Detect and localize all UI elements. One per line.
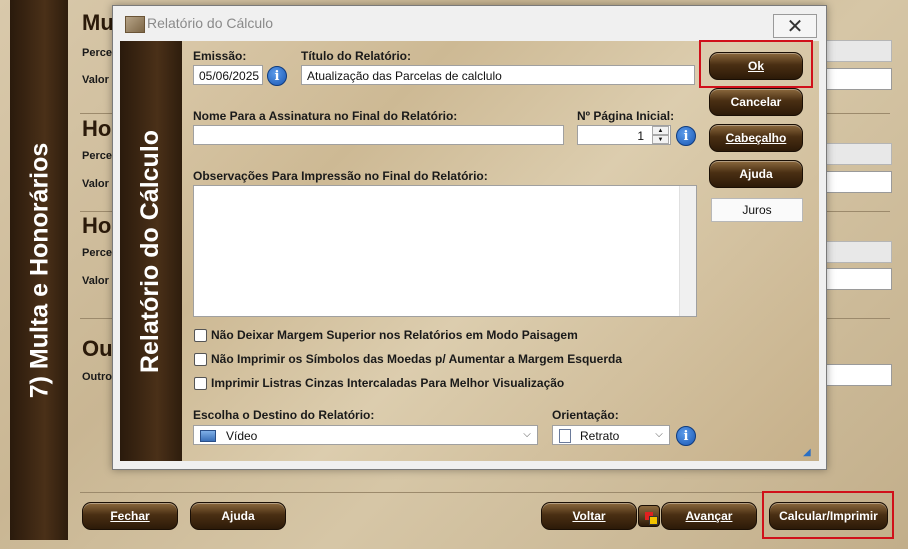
pagina-value: 1 <box>637 129 644 143</box>
ok-button-label: Ok <box>747 59 764 73</box>
fechar-button[interactable]: Fechar <box>82 502 178 530</box>
spin-down-icon[interactable]: ▼ <box>652 135 669 144</box>
section-label: Perce <box>82 150 112 162</box>
avancar-button-label: Avançar <box>685 509 733 523</box>
emissao-field[interactable]: 05/06/2025 <box>193 65 263 85</box>
monitor-icon <box>200 430 216 442</box>
section-title-honorarios: Ho <box>82 116 112 141</box>
orientacao-value: Retrato <box>580 429 620 443</box>
main-side-title: 7) Multa e Honorários <box>25 142 54 398</box>
destino-label: Escolha o Destino do Relatório: <box>193 408 375 422</box>
spin-up-icon[interactable]: ▲ <box>652 126 669 135</box>
checkbox-listras-cinzas[interactable]: Imprimir Listras Cinzas Intercaladas Par… <box>194 376 564 390</box>
section-title-outros: Ou <box>82 336 113 361</box>
cancelar-button-label: Cancelar <box>730 95 782 109</box>
cabecalho-button[interactable]: Cabeçalho <box>709 124 803 152</box>
nome-field[interactable] <box>193 125 564 145</box>
ajuda-dialog-button[interactable]: Ajuda <box>709 160 803 188</box>
pagina-label: Nº Página Inicial: <box>577 109 675 123</box>
destino-value: Vídeo <box>226 429 258 443</box>
section-label: Outro <box>82 371 112 383</box>
destino-select[interactable]: Vídeo ⌵ <box>193 425 538 445</box>
windows-icon[interactable] <box>638 505 660 527</box>
calcular-imprimir-button[interactable]: Calcular/Imprimir <box>769 502 888 530</box>
calcular-button-label: Calcular/Imprimir <box>779 509 878 523</box>
checkbox-label: Não Deixar Margem Superior nos Relatório… <box>211 328 578 342</box>
checkbox-label: Imprimir Listras Cinzas Intercaladas Par… <box>211 376 565 390</box>
checkbox-simbolos-moedas[interactable]: Não Imprimir os Símbolos das Moedas p/ A… <box>194 352 622 366</box>
bg-input-4[interactable] <box>826 364 892 386</box>
voltar-button[interactable]: Voltar <box>541 502 637 530</box>
section-label: Perce <box>82 47 112 59</box>
app-icon <box>125 16 145 33</box>
dialog-side-title: Relatório do Cálculo <box>136 129 165 373</box>
titulo-label: Título do Relatório: <box>301 49 411 63</box>
section-label: Valor <box>82 275 109 287</box>
section-label: Valor <box>82 74 109 86</box>
checkbox-box[interactable] <box>194 328 207 342</box>
orientacao-label: Orientação: <box>552 408 619 422</box>
resize-grip-icon[interactable]: ◢ <box>803 448 813 458</box>
chevron-down-icon[interactable]: ⌵ <box>517 426 537 444</box>
obs-label: Observações Para Impressão no Final do R… <box>193 169 488 183</box>
checkbox-margem-superior[interactable]: Não Deixar Margem Superior nos Relatório… <box>194 328 578 342</box>
bg-input-3[interactable] <box>826 268 892 290</box>
obs-textarea[interactable] <box>193 185 697 317</box>
titulo-field[interactable]: Atualização das Parcelas de calclulo <box>301 65 695 85</box>
ajuda-button[interactable]: Ajuda <box>190 502 286 530</box>
bg-input-1[interactable] <box>826 68 892 90</box>
checkbox-box[interactable] <box>194 352 207 366</box>
checkbox-label: Não Imprimir os Símbolos das Moedas p/ A… <box>211 352 622 366</box>
obs-scrollbar[interactable] <box>679 186 696 316</box>
cancelar-button[interactable]: Cancelar <box>709 88 803 116</box>
checkbox-box[interactable] <box>194 376 207 390</box>
bg-select-1[interactable] <box>826 40 892 62</box>
info-icon[interactable]: i <box>676 126 696 146</box>
bg-select-3[interactable] <box>826 241 892 263</box>
page-icon <box>559 429 571 443</box>
juros-button[interactable]: Juros <box>711 198 803 222</box>
info-icon[interactable]: i <box>676 426 696 446</box>
info-glyph: i <box>683 128 689 144</box>
fechar-button-label: Fechar <box>110 509 150 523</box>
cabecalho-button-label: Cabeçalho <box>725 131 787 145</box>
voltar-button-label: Voltar <box>572 509 606 523</box>
bg-input-2[interactable] <box>826 171 892 193</box>
emissao-label: Emissão: <box>193 49 247 63</box>
chevron-down-icon[interactable]: ⌵ <box>649 426 669 444</box>
close-icon: ✕ <box>786 15 804 38</box>
close-button[interactable]: ✕ <box>773 14 817 38</box>
windows-icon-shape <box>645 512 658 525</box>
section-title-honorarios-2: Ho <box>82 213 112 238</box>
avancar-button[interactable]: Avançar <box>661 502 757 530</box>
report-dialog: Relatório do Cálculo ✕ Relatório do Cálc… <box>112 5 827 470</box>
section-label: Valor <box>82 178 109 190</box>
dialog-title: Relatório do Cálculo <box>147 15 274 31</box>
ajuda-dialog-button-label: Ajuda <box>739 167 773 181</box>
section-label: Perce <box>82 247 112 259</box>
pagina-spinner[interactable]: ▲ ▼ <box>652 126 669 144</box>
bg-select-2[interactable] <box>826 143 892 165</box>
info-glyph: i <box>274 68 280 84</box>
ok-button[interactable]: Ok <box>709 52 803 80</box>
nome-label: Nome Para a Assinatura no Final do Relat… <box>193 109 458 123</box>
orientacao-select[interactable]: Retrato ⌵ <box>552 425 670 445</box>
info-icon[interactable]: i <box>267 66 287 86</box>
ajuda-button-label: Ajuda <box>221 509 255 523</box>
info-glyph: i <box>683 428 689 444</box>
section-title-multa: Mu <box>82 10 114 35</box>
juros-button-label: Juros <box>742 203 772 217</box>
